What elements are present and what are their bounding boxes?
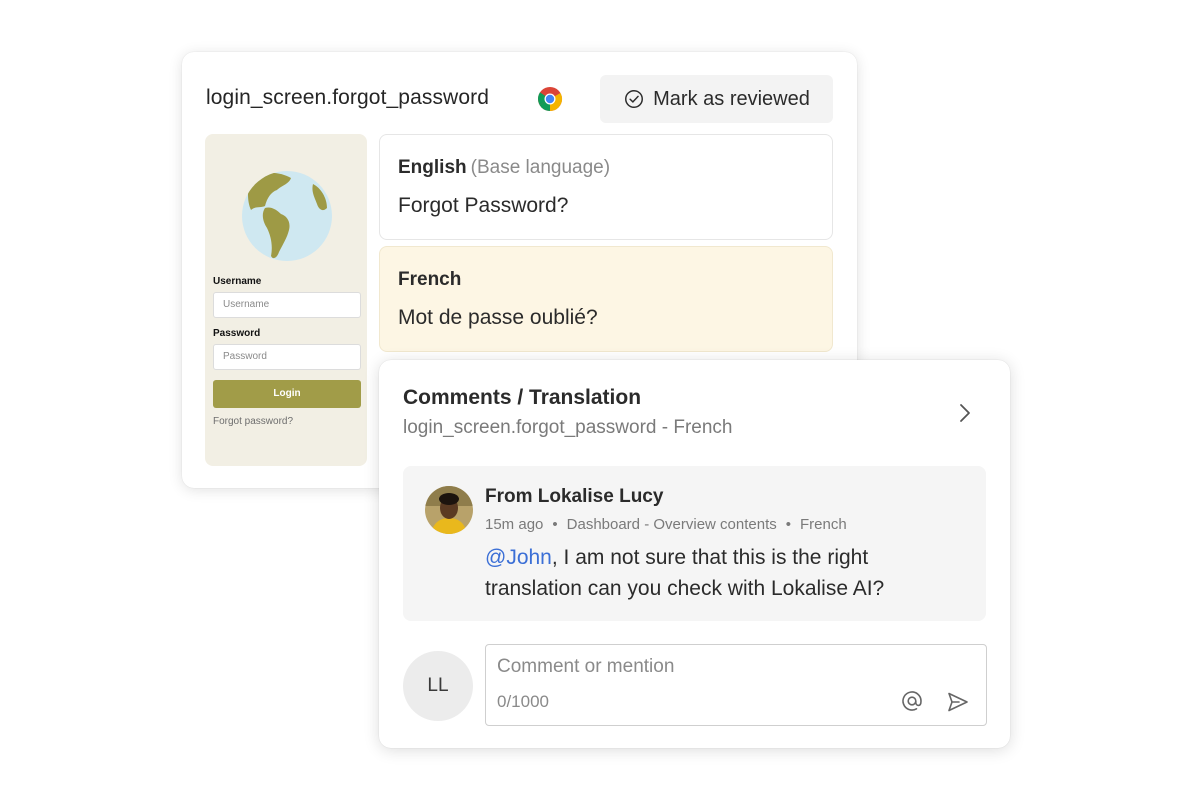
mark-as-reviewed-button[interactable]: Mark as reviewed <box>600 75 833 123</box>
password-label: Password <box>213 328 261 339</box>
comment-message: From Lokalise Lucy 15m ago • Dashboard - O… <box>403 466 986 621</box>
current-user-avatar: LL <box>403 651 473 721</box>
at-mention-icon[interactable] <box>900 689 924 713</box>
comment-body: @John, I am not sure that this is the ri… <box>485 542 965 604</box>
comment-location[interactable]: Dashboard - Overview contents <box>567 516 777 533</box>
separator-dot: • <box>552 516 558 533</box>
check-circle-icon <box>625 90 644 108</box>
comments-panel: Comments / Translation login_screen.forg… <box>379 360 1010 748</box>
mark-as-reviewed-label: Mark as reviewed <box>653 87 810 110</box>
comments-title: Comments / Translation <box>403 386 642 409</box>
comment-time: 15m ago <box>485 516 544 533</box>
chrome-icon <box>538 87 563 111</box>
character-count: 0/1000 <box>497 692 549 711</box>
language-label: French <box>398 269 814 291</box>
language-label: English (Base language) <box>398 157 814 179</box>
translation-english[interactable]: English (Base language) Forgot Password? <box>379 134 833 240</box>
password-input[interactable]: Password <box>213 344 361 370</box>
globe-icon <box>242 171 332 261</box>
comment-meta: 15m ago • Dashboard - Overview contents • Fr… <box>485 516 847 533</box>
language-name: English <box>398 157 467 178</box>
chevron-right-icon[interactable] <box>957 402 973 424</box>
translation-text: Forgot Password? <box>398 194 569 217</box>
mention-link[interactable]: @John <box>485 546 552 569</box>
comment-input[interactable]: Comment or mention 0/1000 <box>485 644 987 726</box>
forgot-password-link[interactable]: Forgot password? <box>213 416 293 427</box>
username-input[interactable]: Username <box>213 292 361 318</box>
send-icon[interactable] <box>946 690 970 714</box>
translation-text: Mot de passe oublié? <box>398 306 598 329</box>
username-label: Username <box>213 276 262 287</box>
base-language-note: (Base language) <box>470 157 611 178</box>
screenshot-preview[interactable]: Username Username Password Password Logi… <box>205 134 367 466</box>
comment-language: French <box>800 516 847 533</box>
comment-author: From Lokalise Lucy <box>485 486 664 507</box>
language-name: French <box>398 269 462 290</box>
login-button[interactable]: Login <box>213 380 361 408</box>
key-title: login_screen.forgot_password <box>206 86 489 109</box>
separator-dot: • <box>785 516 792 533</box>
comments-subtitle: login_screen.forgot_password - French <box>403 417 733 438</box>
translation-french[interactable]: French Mot de passe oublié? <box>379 246 833 352</box>
comment-input-placeholder: Comment or mention <box>497 656 675 677</box>
user-avatar-photo <box>425 486 473 534</box>
